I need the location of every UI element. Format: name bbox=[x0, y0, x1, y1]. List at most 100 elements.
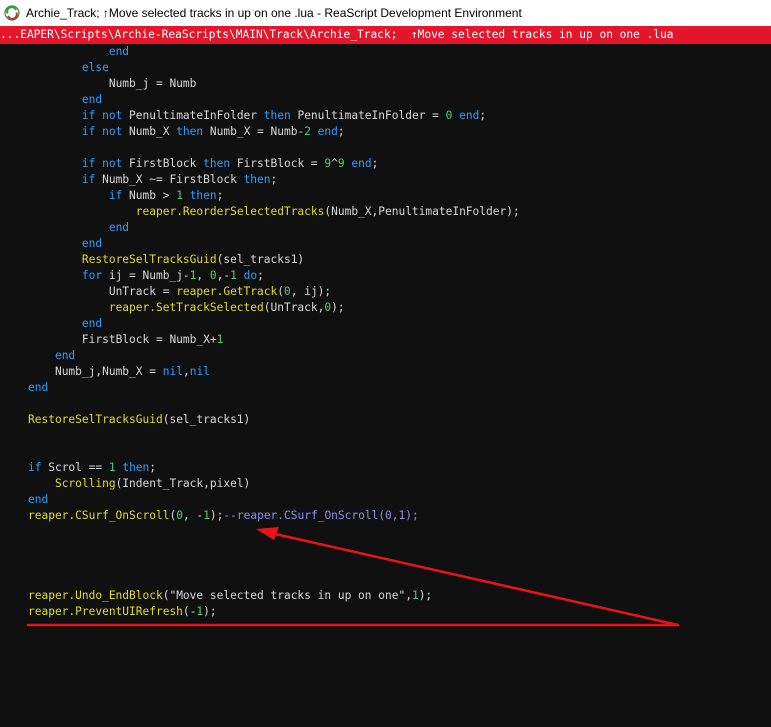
code-token: ^ bbox=[331, 157, 338, 170]
code-line[interactable]: reaper.CSurf_OnScroll(0, -1);--reaper.CS… bbox=[28, 508, 520, 524]
code-token: , bbox=[182, 365, 190, 378]
code-token: 0 bbox=[209, 269, 217, 282]
code-line[interactable]: Scrolling(Indent_Track,pixel) bbox=[28, 476, 520, 492]
code-line[interactable]: reaper.SetTrackSelected(UnTrack,0); bbox=[28, 300, 520, 316]
code-token: ( bbox=[277, 285, 284, 298]
code-token: ("Move selected tracks in up on one", bbox=[162, 589, 412, 602]
reascript-ide-window: Archie_Track; ↑Move selected tracks in u… bbox=[0, 0, 771, 727]
code-line[interactable] bbox=[28, 556, 520, 572]
code-token: (UnTrack, bbox=[263, 301, 325, 314]
code-token: Scrol == bbox=[48, 461, 109, 474]
code-token: 1 bbox=[411, 589, 419, 602]
code-line[interactable] bbox=[28, 140, 520, 156]
code-token: , ij); bbox=[290, 285, 332, 298]
code-token: , bbox=[196, 269, 210, 282]
code-token: end bbox=[81, 237, 103, 250]
code-line[interactable]: end bbox=[28, 380, 520, 396]
code-token: end bbox=[344, 157, 372, 170]
code-line[interactable]: end bbox=[28, 236, 520, 252]
code-line[interactable] bbox=[28, 540, 520, 556]
code-line[interactable]: reaper.PreventUIRefresh(-1); bbox=[28, 604, 520, 620]
code-token: reaper.Undo_EndBlock bbox=[28, 589, 163, 602]
code-line[interactable] bbox=[28, 524, 520, 540]
code-token: (sel_tracks1) bbox=[216, 253, 305, 266]
code-line[interactable]: else bbox=[28, 60, 520, 76]
code-token: reaper.PreventUIRefresh bbox=[28, 605, 183, 618]
code-line[interactable]: RestoreSelTracksGuid(sel_tracks1) bbox=[28, 252, 520, 268]
code-token: UnTrack = bbox=[108, 285, 177, 298]
code-line[interactable] bbox=[28, 396, 520, 412]
code-token: end bbox=[108, 221, 130, 234]
code-token: if not bbox=[81, 157, 130, 170]
code-token: for bbox=[81, 269, 109, 282]
code-token: Numb_X bbox=[129, 125, 177, 138]
code-line[interactable]: end bbox=[28, 44, 520, 60]
code-token: (Indent_Track,pixel) bbox=[115, 477, 251, 490]
code-line[interactable]: if Scrol == 1 then; bbox=[28, 460, 520, 476]
code-line[interactable]: if not Numb_X then Numb_X = Numb-2 end; bbox=[28, 124, 520, 140]
code-token: reaper.CSurf_OnScroll bbox=[28, 509, 170, 522]
code-line[interactable]: end bbox=[28, 316, 520, 332]
code-token: , - bbox=[182, 509, 204, 522]
code-line[interactable] bbox=[28, 428, 520, 444]
code-line[interactable]: if Numb_X ~= FirstBlock then; bbox=[28, 172, 520, 188]
code-token: PenultimateInFolder = bbox=[297, 109, 446, 122]
code-token: then bbox=[182, 189, 217, 202]
code-token: end bbox=[310, 125, 338, 138]
code-token: if not bbox=[81, 125, 130, 138]
code-line[interactable]: if not FirstBlock then FirstBlock = 9^9 … bbox=[28, 156, 520, 172]
code-line[interactable]: reaper.ReorderSelectedTracks(Numb_X,Penu… bbox=[28, 204, 520, 220]
code-line[interactable]: RestoreSelTracksGuid(sel_tracks1) bbox=[28, 412, 520, 428]
code-token: 1 bbox=[176, 189, 183, 202]
code-line[interactable]: if Numb > 1 then; bbox=[28, 188, 520, 204]
code-line[interactable]: Numb_j = Numb bbox=[28, 76, 520, 92]
code-token: (Numb_X,PenultimateInFolder); bbox=[324, 205, 520, 218]
code-line[interactable]: if not PenultimateInFolder then Penultim… bbox=[28, 108, 520, 124]
code-token: if bbox=[108, 189, 130, 202]
code-token: RestoreSelTracksGuid bbox=[81, 253, 217, 266]
code-line[interactable]: Numb_j,Numb_X = nil,nil bbox=[28, 364, 520, 380]
code-token: FirstBlock = Numb_X+ bbox=[81, 333, 217, 346]
code-line[interactable]: reaper.Undo_EndBlock("Move selected trac… bbox=[28, 588, 520, 604]
code-line[interactable]: FirstBlock = Numb_X+1 bbox=[28, 332, 520, 348]
code-line[interactable]: end bbox=[28, 492, 520, 508]
code-text[interactable]: end else Numb_j = Numb end if not Penult… bbox=[28, 44, 520, 620]
code-token: 2 bbox=[304, 125, 311, 138]
code-token: ); bbox=[203, 605, 217, 618]
code-line[interactable]: end bbox=[28, 348, 520, 364]
code-line[interactable]: end bbox=[28, 92, 520, 108]
code-token: end bbox=[28, 493, 49, 506]
code-token: ; bbox=[216, 189, 224, 202]
code-token: reaper.GetTrack bbox=[176, 285, 278, 298]
code-token: reaper.ReorderSelectedTracks bbox=[135, 205, 325, 218]
code-token: ); bbox=[331, 301, 345, 314]
script-path-bar: ...EAPER\Scripts\Archie-ReaScripts\MAIN\… bbox=[0, 26, 771, 44]
code-token: Numb_j = Numb bbox=[108, 77, 197, 90]
code-line[interactable]: UnTrack = reaper.GetTrack(0, ij); bbox=[28, 284, 520, 300]
code-line[interactable] bbox=[28, 444, 520, 460]
code-line[interactable] bbox=[28, 572, 520, 588]
code-line[interactable]: end bbox=[28, 220, 520, 236]
code-token: then bbox=[243, 173, 271, 186]
code-token: reaper.SetTrackSelected bbox=[108, 301, 264, 314]
code-token: Numb > bbox=[129, 189, 177, 202]
title-bar[interactable]: Archie_Track; ↑Move selected tracks in u… bbox=[0, 0, 771, 26]
code-line[interactable]: for ij = Numb_j-1, 0,-1 do; bbox=[28, 268, 520, 284]
code-token: if bbox=[81, 173, 103, 186]
code-editor[interactable]: end else Numb_j = Numb end if not Penult… bbox=[0, 44, 771, 727]
code-token: FirstBlock = bbox=[236, 157, 325, 170]
code-token: nil bbox=[189, 365, 210, 378]
code-token: Numb_j,Numb_X = bbox=[54, 365, 163, 378]
